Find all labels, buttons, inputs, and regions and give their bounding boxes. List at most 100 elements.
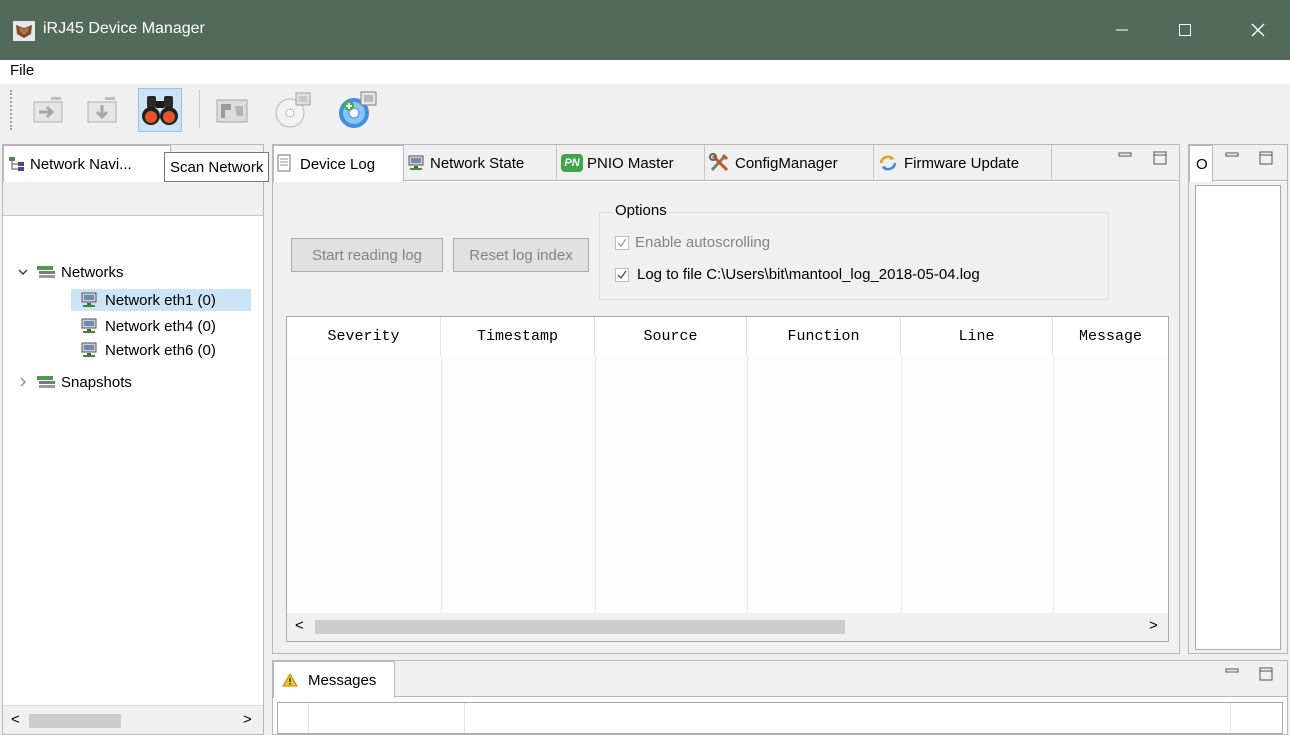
- tab-network-navigator[interactable]: Network Navi...: [3, 145, 171, 182]
- tree-network-label: Network eth1 (0): [105, 291, 216, 309]
- network-navigator-panel: Network Navi... Networks Network eth1 (0…: [2, 144, 264, 735]
- outline-view: [1195, 185, 1281, 650]
- options-title: Options: [613, 202, 669, 219]
- close-icon: [1251, 23, 1265, 37]
- tree-networks-label: Networks: [61, 263, 124, 281]
- check-icon: [617, 238, 627, 247]
- minimize-button[interactable]: [1092, 0, 1152, 60]
- column-header-line[interactable]: Line: [901, 317, 1053, 355]
- disk-add-button[interactable]: [336, 88, 380, 132]
- tab-pnio-master[interactable]: PN PNIO Master: [557, 145, 705, 181]
- scroll-left-arrow[interactable]: <: [295, 617, 304, 634]
- log-horizontal-scrollbar[interactable]: < >: [287, 613, 1168, 641]
- title-bar[interactable]: iRJ45 Device Manager: [0, 0, 1290, 60]
- device-log-tab-label: Device Log: [300, 155, 376, 173]
- tree-snapshots-label: Snapshots: [61, 373, 132, 391]
- document-icon: [277, 154, 291, 172]
- outline-tabstrip: O: [1189, 145, 1287, 182]
- maximize-view-icon[interactable]: [1259, 667, 1273, 681]
- maximize-icon: [1179, 24, 1191, 36]
- tab-config-manager[interactable]: ConfigManager: [705, 145, 874, 181]
- pnio-master-tab-label: PNIO Master: [587, 154, 674, 172]
- binoculars-icon: [142, 96, 178, 125]
- config-manager-tab-label: ConfigManager: [735, 154, 838, 172]
- tree-network-label: Network eth4 (0): [105, 317, 216, 335]
- messages-table: [277, 702, 1283, 734]
- chevron-right-icon: [20, 377, 26, 387]
- autoscroll-checkbox-row[interactable]: Enable autoscrolling: [615, 234, 770, 251]
- column-header-source[interactable]: Source: [595, 317, 747, 355]
- column-header-severity[interactable]: Severity: [287, 317, 441, 355]
- scan-network-tooltip: Scan Network: [164, 152, 270, 182]
- logfile-label: Log to file C:\Users\bit\mantool_log_201…: [637, 266, 980, 283]
- column-header-function[interactable]: Function: [747, 317, 901, 355]
- chevron-down-icon: [18, 269, 28, 275]
- export-device-button[interactable]: [80, 88, 124, 132]
- menu-file[interactable]: File: [10, 62, 34, 79]
- minimize-view-icon[interactable]: [1225, 667, 1239, 681]
- disk-button[interactable]: [272, 88, 316, 132]
- window-title: iRJ45 Device Manager: [43, 20, 205, 37]
- pn-icon: PN: [561, 154, 583, 172]
- tab-network-state[interactable]: Network State: [404, 145, 557, 181]
- menu-bar: File: [0, 60, 1290, 84]
- column-divider: [308, 703, 309, 733]
- start-reading-log-button[interactable]: Start reading log: [291, 238, 443, 272]
- minimize-view-icon[interactable]: [1118, 151, 1132, 165]
- toolbar-grip[interactable]: [10, 90, 13, 130]
- scroll-thumb[interactable]: [29, 714, 121, 728]
- minimize-view-icon[interactable]: [1225, 151, 1239, 165]
- map-button[interactable]: [210, 88, 254, 132]
- tab-outline[interactable]: O: [1189, 145, 1213, 182]
- monitor-icon: [408, 155, 424, 170]
- navigator-tab-label: Network Navi...: [30, 155, 132, 173]
- column-divider: [901, 355, 902, 613]
- logfile-checkbox-row[interactable]: Log to file C:\Users\bit\mantool_log_201…: [615, 266, 980, 283]
- reset-log-index-button[interactable]: Reset log index: [453, 238, 589, 272]
- scroll-right-arrow[interactable]: >: [1149, 617, 1158, 634]
- maximize-button[interactable]: [1155, 0, 1215, 60]
- logfile-checkbox[interactable]: [615, 267, 629, 282]
- tab-messages[interactable]: Messages: [273, 661, 395, 698]
- scroll-thumb[interactable]: [315, 620, 845, 634]
- scan-network-button[interactable]: [138, 88, 182, 132]
- disk-add-icon: [339, 91, 377, 128]
- log-table: Severity Timestamp Source Function Line …: [286, 316, 1169, 642]
- tree-network-eth4[interactable]: Network eth4 (0): [71, 315, 251, 337]
- tree-snapshots[interactable]: Snapshots: [3, 371, 263, 393]
- update-icon: [879, 155, 897, 171]
- import-device-icon: [33, 97, 63, 123]
- networks-folder-icon: [37, 266, 55, 278]
- scroll-left-arrow[interactable]: <: [11, 711, 20, 728]
- maximize-view-icon[interactable]: [1153, 151, 1167, 165]
- export-device-icon: [87, 97, 117, 123]
- close-button[interactable]: [1228, 0, 1288, 60]
- outline-panel: O: [1188, 144, 1288, 654]
- maximize-view-icon[interactable]: [1259, 151, 1273, 165]
- autoscroll-checkbox[interactable]: [615, 235, 629, 250]
- tree-network-eth6[interactable]: Network eth6 (0): [71, 339, 251, 361]
- editor-panel: Device Log Network State PN PNIO Master …: [272, 144, 1180, 654]
- editor-tabstrip: Device Log Network State PN PNIO Master …: [273, 145, 1179, 182]
- autoscroll-label: Enable autoscrolling: [635, 234, 771, 251]
- tree-networks[interactable]: Networks: [3, 261, 263, 283]
- column-header-message[interactable]: Message: [1053, 317, 1168, 355]
- warning-icon: [282, 673, 298, 687]
- navigator-horizontal-scrollbar[interactable]: < >: [3, 705, 263, 734]
- messages-panel: Messages: [272, 660, 1288, 735]
- network-monitor-icon: [81, 318, 97, 333]
- column-divider: [1230, 703, 1231, 733]
- column-divider: [595, 355, 596, 613]
- tree-network-eth1[interactable]: Network eth1 (0): [71, 289, 251, 311]
- map-icon: [216, 99, 248, 123]
- messages-tabstrip: Messages: [273, 661, 1287, 698]
- network-state-tab-label: Network State: [430, 154, 525, 172]
- column-header-timestamp[interactable]: Timestamp: [441, 317, 595, 355]
- import-device-button[interactable]: [26, 88, 70, 132]
- outline-content: [1189, 182, 1287, 653]
- tab-firmware-update[interactable]: Firmware Update: [874, 145, 1052, 181]
- scroll-right-arrow[interactable]: >: [243, 711, 252, 728]
- network-tree-icon: [9, 157, 24, 171]
- tab-device-log[interactable]: Device Log: [273, 145, 404, 182]
- column-divider: [747, 355, 748, 613]
